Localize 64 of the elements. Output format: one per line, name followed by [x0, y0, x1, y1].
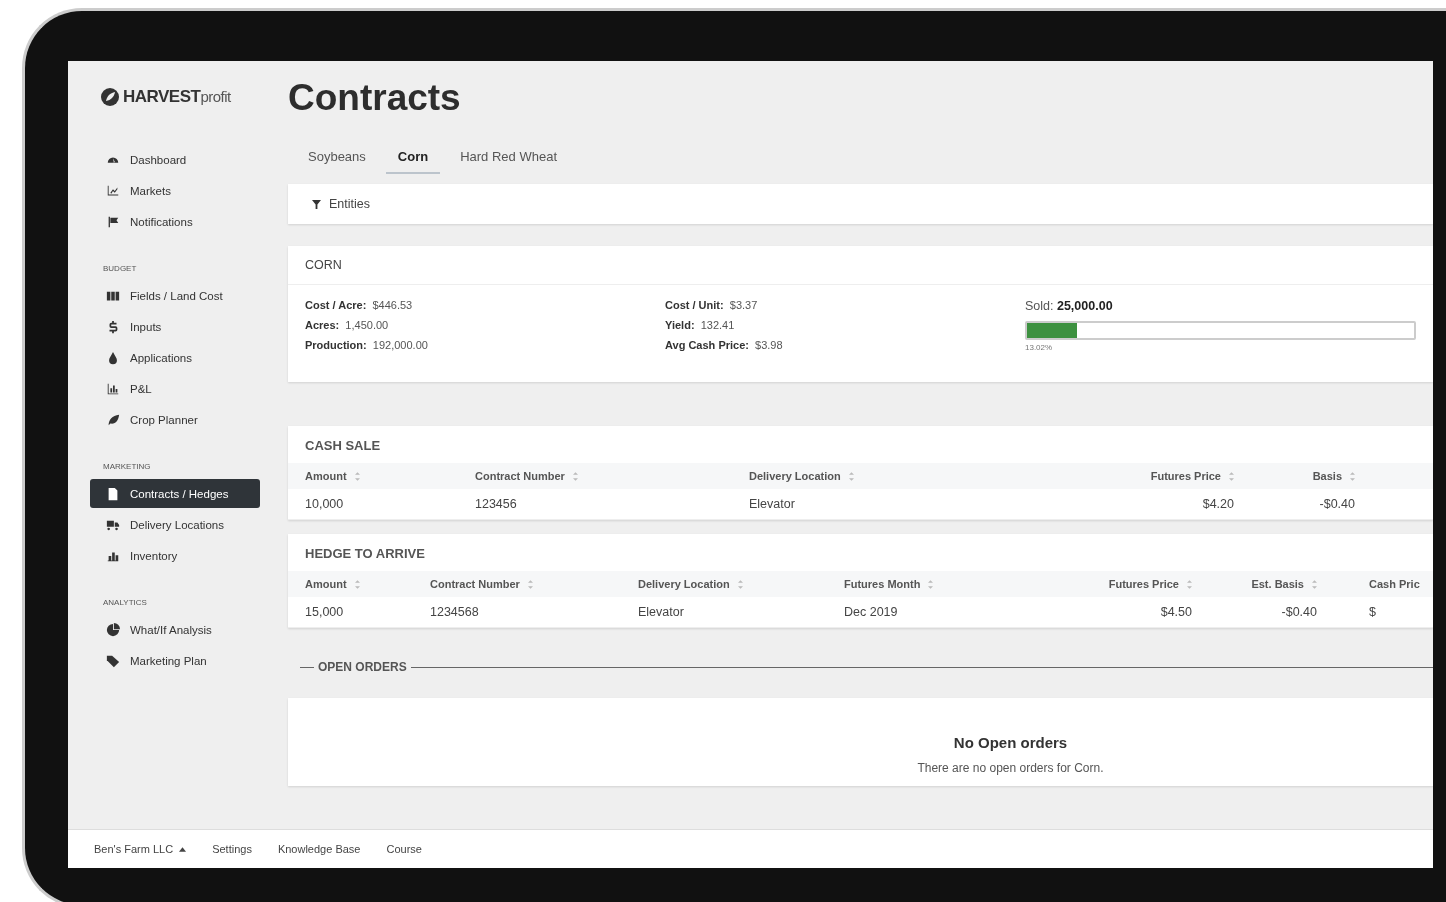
section-heading: BUDGET [102, 264, 138, 273]
table-cell: Elevator [749, 497, 795, 511]
sidebar-item[interactable]: Markets [90, 176, 260, 205]
column-header[interactable]: Contract Number [475, 470, 565, 482]
column-header[interactable]: Futures Price [1108, 578, 1179, 590]
sidebar-item[interactable]: Crop Planner [90, 405, 260, 434]
table-title: CASH SALE [304, 437, 382, 455]
entities-filter-button[interactable]: Entities [306, 196, 376, 212]
sidebar-item[interactable]: Contracts / Hedges [90, 479, 260, 508]
column-header[interactable]: Delivery Location [638, 578, 730, 590]
sidebar-item[interactable]: What/If Analysis [90, 615, 260, 644]
stat-text: Avg Cash Price: $3.98 [665, 339, 784, 351]
stat-text: Production: 192,000.00 [305, 339, 429, 351]
table-cell: 10,000 [305, 497, 344, 511]
column-header[interactable]: Cash Pric [1369, 578, 1420, 590]
column-header[interactable]: Delivery Location [749, 470, 841, 482]
sidebar-item[interactable]: Marketing Plan [90, 646, 260, 675]
sidebar-item[interactable]: Notifications [90, 207, 260, 236]
table-cell: Elevator [638, 605, 684, 619]
sidebar-item[interactable]: Fields / Land Cost [90, 281, 260, 310]
empty-state-text: There are no open orders for Corn. [917, 761, 1104, 775]
column-header[interactable]: Futures Month [844, 578, 921, 590]
crop-tab[interactable]: Hard Red Wheat [448, 141, 569, 174]
table-cell: -$0.40 [1281, 605, 1317, 619]
table-cell: 15,000 [305, 605, 344, 619]
footer-link[interactable]: Settings [206, 839, 258, 859]
sold-text: Sold: 25,000.00 [1025, 299, 1114, 313]
footer-link[interactable]: Knowledge Base [271, 839, 367, 859]
stat-text: Cost / Unit: $3.37 [665, 299, 759, 311]
sidebar-item[interactable]: Inputs [90, 312, 260, 341]
sidebar-item[interactable]: Inventory [90, 541, 260, 570]
sidebar-item[interactable]: Dashboard [90, 145, 260, 174]
column-header[interactable]: Amount [305, 578, 347, 590]
sidebar-item[interactable]: Delivery Locations [90, 510, 260, 539]
section-heading: MARKETING [102, 462, 152, 471]
percent-text: 13.02% [1025, 343, 1054, 352]
account-menu[interactable]: Ben's Farm LLC [88, 839, 193, 859]
crop-tab[interactable]: Soybeans [296, 141, 378, 174]
column-header[interactable]: Contract Number [430, 578, 520, 590]
stat-text: Acres: 1,450.00 [305, 319, 390, 331]
stat-text: Yield: 132.41 [665, 319, 736, 331]
card-title: CORN [288, 246, 1433, 285]
stat-text: Cost / Acre: $446.53 [305, 299, 414, 311]
table-cell: 123456 [475, 497, 517, 511]
table-title: HEDGE TO ARRIVE [304, 545, 426, 563]
table-cell: $4.20 [1202, 497, 1234, 511]
table-cell: Dec 2019 [844, 605, 898, 619]
footer-link[interactable]: Course [380, 839, 428, 859]
section-heading: OPEN ORDERS [318, 660, 407, 674]
column-header[interactable]: Amount [305, 470, 347, 482]
page-title: Contracts [288, 77, 462, 119]
column-header[interactable]: Futures Price [1150, 470, 1221, 482]
empty-state-title: No Open orders [953, 734, 1068, 751]
column-header[interactable]: Basis [1312, 470, 1342, 482]
crop-tab[interactable]: Corn [385, 141, 441, 174]
sidebar-item[interactable]: Applications [90, 343, 260, 372]
table-cell: $4.50 [1160, 605, 1192, 619]
sidebar-item[interactable]: P&L [90, 374, 260, 403]
section-heading: ANALYTICS [102, 598, 148, 607]
column-header[interactable]: Est. Basis [1251, 578, 1304, 590]
table-cell: $ [1369, 605, 1376, 619]
logo-text: HARVESTprofit [123, 87, 231, 107]
table-cell: 1234568 [430, 605, 479, 619]
table-cell: -$0.40 [1319, 497, 1355, 511]
